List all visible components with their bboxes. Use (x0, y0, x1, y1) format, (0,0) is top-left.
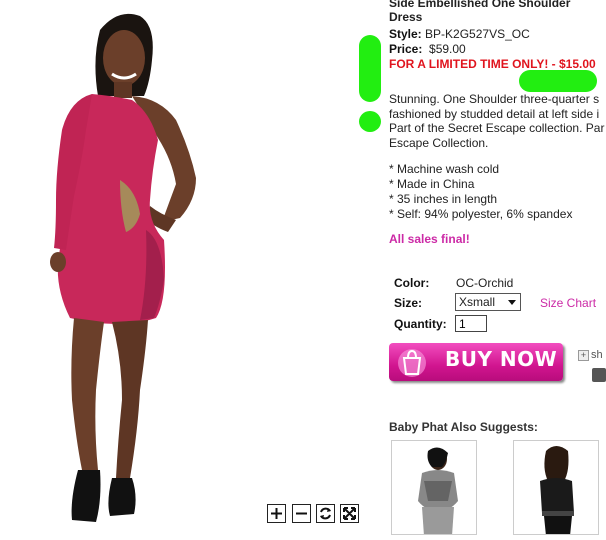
bullet-item: * 35 inches in length (389, 192, 498, 206)
color-label: Color: (394, 276, 430, 290)
product-description: Stunning. One Shoulder three-quarter s f… (389, 92, 606, 150)
annotation-dot (359, 111, 381, 132)
color-value: OC-Orchid (456, 276, 514, 290)
suggestions-heading: Baby Phat Also Suggests: (389, 420, 538, 434)
price-label: Price: (389, 42, 423, 56)
tool-icon[interactable] (592, 368, 606, 382)
size-select-value: Xsmall (459, 295, 496, 309)
fullscreen-icon (343, 507, 356, 520)
share-label: sh (591, 349, 603, 361)
price-row: Price: $59.00 (389, 42, 466, 57)
fullscreen-button[interactable] (340, 504, 359, 523)
product-info: Side Embellished One Shoulder Dress Styl… (389, 0, 606, 535)
bullet-item: * Self: 94% polyester, 6% spandex (389, 207, 573, 221)
size-chart-link[interactable]: Size Chart (540, 296, 596, 311)
zoom-in-icon (271, 508, 282, 519)
chevron-down-icon (508, 300, 516, 305)
buy-now-button[interactable]: BUY NOW (389, 343, 563, 381)
reset-button[interactable] (316, 504, 335, 523)
price-value: $59.00 (429, 42, 466, 56)
zoom-out-icon (296, 512, 307, 515)
style-row: Style: BP-K2G527VS_OC (389, 27, 530, 42)
size-select[interactable]: Xsmall (455, 293, 521, 311)
reset-icon (320, 507, 331, 520)
shopping-bag-icon (398, 349, 426, 377)
promo-text: FOR A LIMITED TIME ONLY! - $15.00 (389, 57, 596, 71)
suggested-product-thumbnail[interactable] (513, 440, 599, 535)
zoom-in-button[interactable] (267, 504, 286, 523)
style-label: Style: (389, 27, 422, 41)
description-line: Stunning. One Shoulder three-quarter s (389, 92, 600, 106)
quantity-label: Quantity: (394, 317, 447, 331)
final-sale-note: All sales final! (389, 232, 470, 246)
description-line: Part of the Secret Escape collection. Pa… (389, 121, 605, 135)
quantity-input[interactable] (455, 315, 487, 332)
bullet-item: * Machine wash cold (389, 162, 500, 176)
size-label: Size: (394, 296, 423, 310)
style-value: BP-K2G527VS_OC (425, 27, 530, 41)
suggested-product-thumbnail[interactable] (391, 440, 477, 535)
share-link[interactable]: + sh (578, 348, 603, 363)
product-image (0, 0, 372, 535)
model-photo (50, 13, 196, 522)
zoom-out-button[interactable] (292, 504, 311, 523)
annotation-bar (359, 35, 381, 102)
buy-now-label: BUY NOW (445, 347, 558, 371)
description-line: fashioned by studded detail at left side… (389, 106, 600, 121)
suggested-product-image (540, 446, 574, 534)
description-line: Escape Collection. (389, 135, 489, 150)
suggested-product-image (418, 447, 458, 534)
product-title: Side Embellished One Shoulder Dress (389, 0, 571, 24)
plus-icon: + (578, 350, 589, 361)
bullet-item: * Made in China (389, 177, 475, 191)
